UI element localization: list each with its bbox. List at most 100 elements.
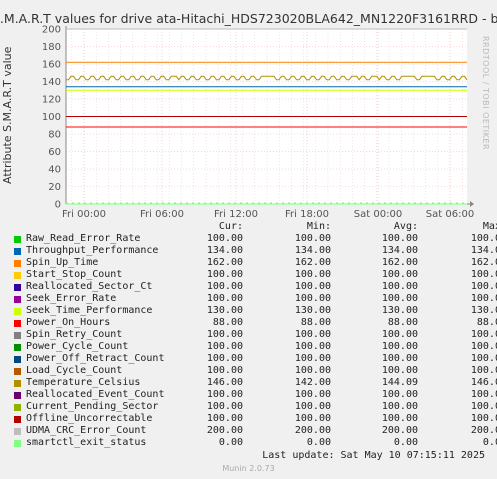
legend-item: Offline_Uncorrectable 100.00 100.00 100.00 1… (12, 413, 497, 425)
munin-version: Munin 2.0.73 (222, 464, 275, 473)
legend-max: 100.00 (470, 281, 497, 292)
legend-max: 100.00 (470, 413, 497, 424)
legend-item: Load_Cycle_Count 100.00 100.00 100.00 100.00 (12, 365, 497, 377)
legend-swatch (14, 392, 21, 399)
legend-min: 100.00 (294, 401, 331, 412)
legend-max: 100.00 (470, 389, 497, 400)
legend-item: Spin_Up_Time 162.00 162.00 162.00 162.00 (12, 257, 497, 269)
legend-max: 88.00 (476, 317, 497, 328)
legend-avg: 100.00 (381, 389, 418, 400)
legend-min: 100.00 (294, 413, 331, 424)
legend-item: Current_Pending_Sector 100.00 100.00 100.00… (12, 401, 497, 413)
y-tick-label: 140 (42, 77, 61, 88)
legend-max: 100.00 (470, 341, 497, 352)
y-tick-label: 20 (48, 182, 61, 193)
y-tick-label: 40 (48, 165, 61, 176)
legend-label: Power_On_Hours (26, 317, 111, 328)
legend-min: 162.00 (294, 257, 331, 268)
legend-avg: 88.00 (387, 317, 418, 328)
legend-swatch (14, 320, 21, 327)
legend-label: Seek_Time_Performance (26, 305, 153, 316)
legend-label: Throughput_Performance (26, 245, 159, 256)
legend-label: Seek_Error_Rate (26, 293, 117, 304)
x-tick-label: Fri 06:00 (140, 209, 184, 220)
legend-min: 130.00 (294, 305, 331, 316)
legend-swatch (14, 368, 21, 375)
legend-cur: 100.00 (206, 353, 243, 364)
legend-cur: 162.00 (206, 257, 243, 268)
legend-cur: 100.00 (206, 365, 243, 376)
legend-swatch (14, 416, 21, 423)
legend-label: Raw_Read_Error_Rate (26, 233, 141, 244)
x-tick-label: Sat 06:00 (426, 209, 474, 220)
legend-min: 0.00 (306, 437, 331, 448)
legend-max: 130.00 (470, 305, 497, 316)
legend-max: 100.00 (470, 233, 497, 244)
legend-item: UDMA_CRC_Error_Count 200.00 200.00 200.00 20… (12, 425, 497, 437)
legend-min: 100.00 (294, 329, 331, 340)
legend-cur: 134.00 (206, 245, 243, 256)
legend-label: Current_Pending_Sector (26, 401, 159, 412)
legend-item: Seek_Time_Performance 130.00 130.00 130.00 1… (12, 305, 497, 317)
y-tick-label: 100 (42, 112, 61, 123)
legend-item: Raw_Read_Error_Rate 100.00 100.00 100.00 100… (12, 233, 497, 245)
legend-label: Spin_Retry_Count (26, 329, 123, 340)
legend-max: 100.00 (470, 401, 497, 412)
legend-cur: 100.00 (206, 401, 243, 412)
legend-avg: 100.00 (381, 269, 418, 280)
legend-max: 100.00 (470, 353, 497, 364)
legend-min: 100.00 (294, 341, 331, 352)
legend-avg: 0.00 (393, 437, 418, 448)
legend-max: 200.00 (470, 425, 497, 436)
legend-min: 134.00 (294, 245, 331, 256)
legend-avg: 100.00 (381, 233, 418, 244)
legend-header-min: Min: (306, 221, 331, 232)
legend-rows: Raw_Read_Error_Rate 100.00 100.00 100.00 100… (12, 233, 497, 449)
legend-item: Spin_Retry_Count 100.00 100.00 100.00 100.00 (12, 329, 497, 341)
y-tick-label: 120 (42, 95, 61, 106)
legend-item: Reallocated_Event_Count 100.00 100.00 100.0… (12, 389, 497, 401)
legend-label: Power_Off_Retract_Count (26, 353, 165, 364)
legend-cur: 130.00 (206, 305, 243, 316)
legend-label: Reallocated_Event_Count (26, 389, 165, 400)
legend-item: Reallocated_Sector_Ct 100.00 100.00 100.00 1… (12, 281, 497, 293)
legend-avg: 100.00 (381, 329, 418, 340)
legend-avg: 144.09 (381, 377, 418, 388)
legend-cur: 100.00 (206, 281, 243, 292)
legend-cur: 200.00 (206, 425, 243, 436)
legend-min: 88.00 (300, 317, 331, 328)
legend-swatch (14, 296, 21, 303)
legend-swatch (14, 236, 21, 243)
legend-item: Power_Cycle_Count 100.00 100.00 100.00 100.0… (12, 341, 497, 353)
y-tick-label: 80 (48, 130, 61, 141)
legend-min: 100.00 (294, 365, 331, 376)
legend-min: 200.00 (294, 425, 331, 436)
legend-label: UDMA_CRC_Error_Count (26, 425, 147, 436)
legend-cur: 100.00 (206, 341, 243, 352)
legend-label: Offline_Uncorrectable (26, 413, 153, 424)
legend-min: 100.00 (294, 233, 331, 244)
y-tick-label: 0 (55, 200, 61, 211)
legend-label: Load_Cycle_Count (26, 365, 123, 376)
legend-avg: 100.00 (381, 353, 418, 364)
legend-swatch (14, 308, 21, 315)
legend-item: smartctl_exit_status 0.00 0.00 0.00 0.00 (12, 437, 497, 449)
legend-swatch (14, 248, 21, 255)
legend-avg: 100.00 (381, 293, 418, 304)
legend-swatch (14, 428, 21, 435)
legend-cur: 88.00 (212, 317, 243, 328)
legend-cur: 100.00 (206, 233, 243, 244)
legend-label: Reallocated_Sector_Ct (26, 281, 153, 292)
legend-label: smartctl_exit_status (26, 437, 147, 448)
legend-avg: 100.00 (381, 341, 418, 352)
legend-label: Start_Stop_Count (26, 269, 123, 280)
legend-max: 162.00 (470, 257, 497, 268)
x-tick-label: Fri 12:00 (214, 209, 258, 220)
legend-label: Temperature_Celsius (26, 377, 141, 388)
legend-item: Seek_Error_Rate 100.00 100.00 100.00 100.00 (12, 293, 497, 305)
legend-avg: 162.00 (381, 257, 418, 268)
legend-max: 146.00 (470, 377, 497, 388)
y-tick-label: 60 (48, 147, 61, 158)
legend-cur: 100.00 (206, 269, 243, 280)
y-tick-label: 200 (42, 25, 61, 36)
